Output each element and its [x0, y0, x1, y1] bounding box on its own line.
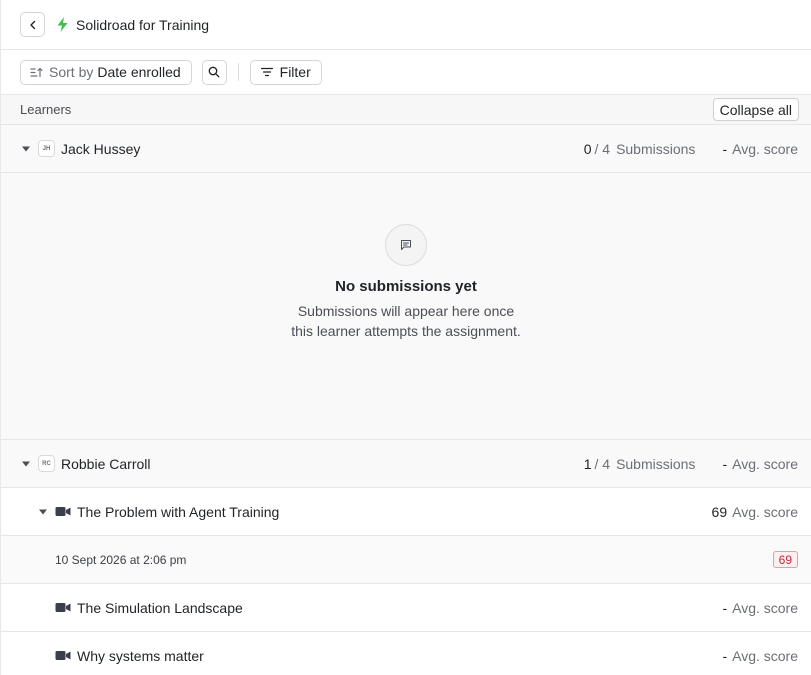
assignment-name: The Simulation Landscape	[77, 599, 243, 616]
avg-score: - Avg. score	[722, 140, 798, 157]
video-camera-icon	[55, 506, 71, 518]
page-title: Solidroad for Training	[76, 16, 210, 33]
learner-name: Jack Hussey	[61, 140, 141, 157]
submission-row[interactable]: 10 Sept 2026 at 2:06 pm 69	[1, 536, 811, 584]
filter-button[interactable]: Filter	[249, 59, 322, 85]
caret-down-icon[interactable]	[38, 507, 48, 517]
search-button[interactable]	[201, 59, 227, 85]
sort-prefix-label: Sort by	[49, 64, 94, 80]
avg-score: - Avg. score	[722, 647, 798, 664]
sort-value-label: Date enrolled	[97, 64, 181, 80]
assignment-row[interactable]: The Simulation Landscape - Avg. score	[1, 584, 811, 632]
learner-name: Robbie Carroll	[61, 455, 151, 472]
assignment-name: Why systems matter	[77, 647, 204, 664]
assignment-row[interactable]: The Problem with Agent Training 69 Avg. …	[1, 488, 811, 536]
learners-heading: Learners	[20, 102, 72, 117]
assignment-name: The Problem with Agent Training	[77, 503, 280, 520]
sort-button[interactable]: Sort by Date enrolled	[20, 59, 192, 85]
avg-score: - Avg. score	[722, 455, 798, 472]
bolt-icon	[57, 17, 69, 33]
assignment-row[interactable]: Why systems matter - Avg. score	[1, 632, 811, 675]
video-camera-icon	[55, 602, 71, 614]
avatar: JH	[38, 140, 55, 157]
video-camera-icon	[55, 650, 71, 662]
message-icon	[385, 224, 427, 266]
avg-score: 69 Avg. score	[711, 503, 798, 520]
empty-state: No submissions yet Submissions will appe…	[1, 173, 811, 440]
search-icon	[208, 66, 220, 78]
app-window: Solidroad for Training Sort by Date enro…	[0, 0, 811, 675]
empty-state-title: No submissions yet	[335, 278, 477, 295]
avg-score: - Avg. score	[722, 599, 798, 616]
back-button[interactable]	[20, 12, 45, 37]
learner-row[interactable]: JH Jack Hussey 0 / 4 Submissions - Avg. …	[1, 125, 811, 173]
learners-section-header: Learners Collapse all	[1, 95, 811, 125]
score-badge: 69	[772, 551, 798, 568]
avatar: RC	[38, 455, 55, 472]
submission-date: 10 Sept 2026 at 2:06 pm	[55, 552, 187, 567]
toolbar-divider	[237, 63, 239, 81]
chevron-left-icon	[29, 20, 35, 29]
submission-count: 0 / 4 Submissions	[583, 140, 696, 157]
empty-state-description: Submissions will appear here once this l…	[291, 303, 521, 339]
filter-icon	[260, 67, 273, 77]
sort-icon	[30, 67, 43, 77]
toolbar: Sort by Date enrolled Filter	[1, 50, 811, 95]
caret-down-icon[interactable]	[21, 144, 31, 154]
learner-row[interactable]: RC Robbie Carroll 1 / 4 Submissions - Av…	[1, 440, 811, 488]
collapse-all-button[interactable]: Collapse all	[712, 98, 799, 121]
caret-down-icon[interactable]	[21, 459, 31, 469]
filter-label: Filter	[279, 64, 311, 80]
submission-count: 1 / 4 Submissions	[583, 455, 696, 472]
page-header: Solidroad for Training	[1, 0, 811, 50]
